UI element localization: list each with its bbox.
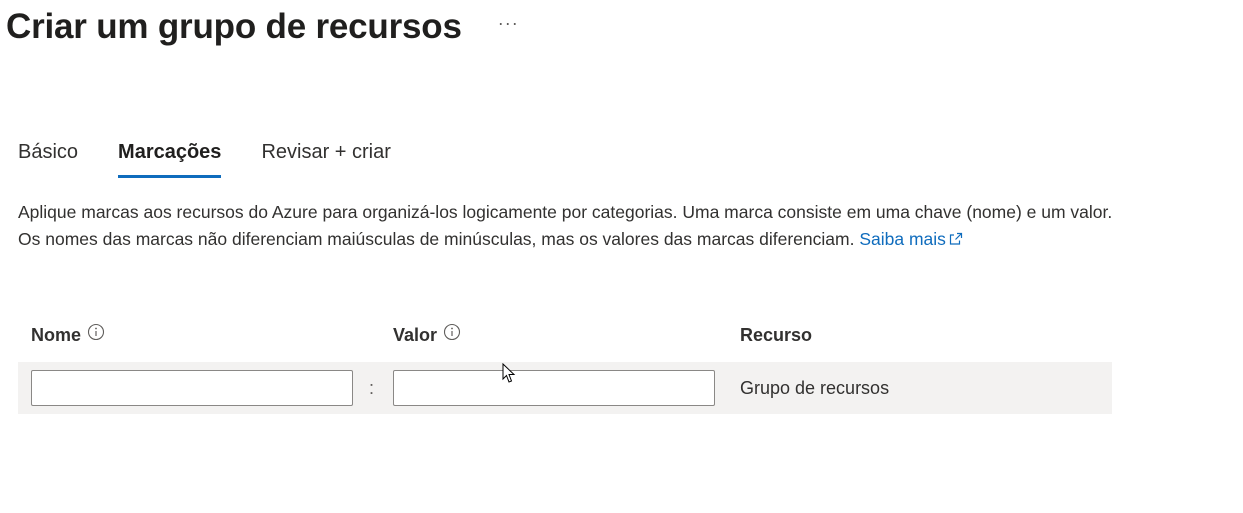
description: Aplique marcas aos recursos do Azure par… [18, 199, 1138, 254]
more-options-button[interactable]: ··· [498, 0, 519, 46]
column-label-valor: Valor [393, 325, 438, 345]
tag-value-input[interactable] [393, 370, 715, 406]
column-label-recurso: Recurso [740, 325, 813, 345]
page-title: Criar um grupo de recursos [6, 7, 462, 46]
table-row: : Grupo de recursos [18, 362, 1112, 414]
page: Criar um grupo de recursos ··· Básico Ma… [0, 0, 1243, 513]
resource-type-label: Grupo de recursos [740, 378, 890, 398]
mouse-pointer-icon [502, 362, 516, 390]
external-link-icon [949, 227, 963, 254]
learn-more-link[interactable]: Saiba mais [859, 229, 963, 249]
learn-more-label[interactable]: Saiba mais [859, 229, 946, 249]
info-icon[interactable] [87, 322, 105, 348]
column-header-nome: Nome [31, 322, 105, 348]
tab-revisar-criar[interactable]: Revisar + criar [261, 138, 390, 175]
tab-basico[interactable]: Básico [18, 138, 78, 175]
column-header-recurso: Recurso [740, 322, 812, 348]
tab-marcacoes[interactable]: Marcações [118, 138, 222, 178]
title-row: Criar um grupo de recursos ··· [6, 4, 519, 50]
column-label-nome: Nome [31, 325, 82, 345]
tab-bar: Básico Marcações Revisar + criar [18, 138, 431, 178]
column-header-valor: Valor [393, 322, 461, 348]
key-value-separator: : [369, 378, 375, 398]
info-icon[interactable] [443, 322, 461, 348]
tag-name-input[interactable] [31, 370, 353, 406]
